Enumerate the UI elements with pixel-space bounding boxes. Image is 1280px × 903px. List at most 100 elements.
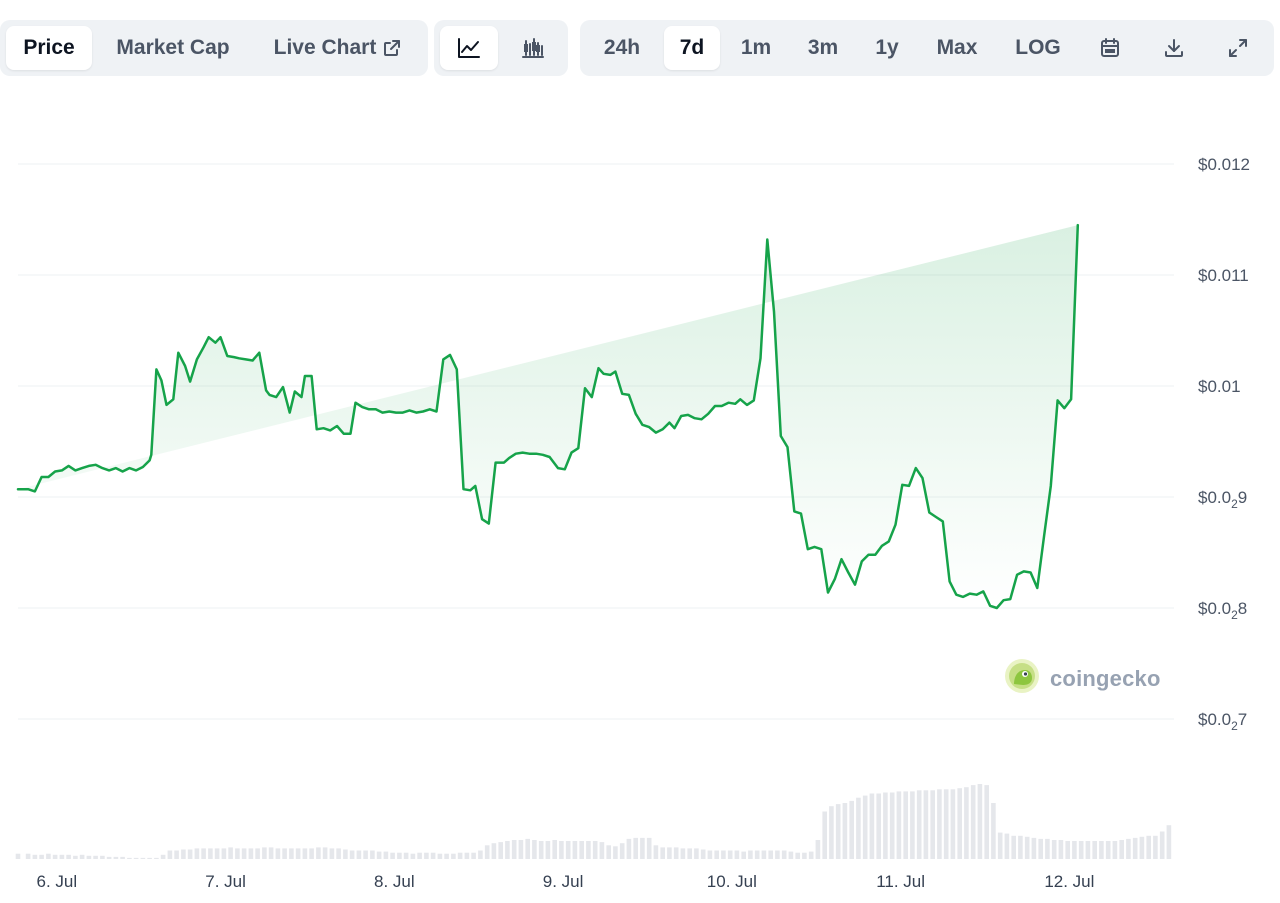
y-tick-label: $0.01	[1198, 377, 1241, 396]
volume-bar	[46, 853, 51, 859]
y-tick-label: $0.029	[1198, 488, 1247, 511]
volume-bar	[856, 797, 861, 859]
volume-bar	[370, 850, 375, 859]
volume-bar	[282, 848, 287, 859]
tab-live-chart[interactable]: Live Chart	[258, 26, 418, 70]
range-1y-button[interactable]: 1y	[860, 26, 914, 70]
volume-bar	[1058, 840, 1064, 859]
volume-bar	[714, 850, 719, 859]
fullscreen-button[interactable]	[1214, 26, 1262, 70]
y-tick-label: $0.011	[1198, 266, 1249, 285]
range-3m-label: 3m	[807, 36, 839, 59]
volume-bar	[403, 852, 409, 859]
volume-bar	[120, 856, 125, 859]
range-1m-button[interactable]: 1m	[728, 26, 784, 70]
volume-bar	[376, 851, 382, 859]
volume-bar	[1099, 841, 1104, 859]
volume-bar	[343, 849, 348, 859]
y-axis-labels: $0.012 $0.011 $0.01 $0.029 $0.028 $0.027	[1198, 155, 1250, 733]
volume-bar	[471, 852, 476, 859]
volume-bar	[25, 853, 31, 859]
volume-bar	[484, 845, 490, 859]
range-24h-label: 24h	[603, 36, 641, 59]
line-chart-button[interactable]	[440, 26, 498, 70]
chart-tab-group: Price Market Cap Live Chart	[0, 20, 428, 76]
volume-bar	[518, 840, 524, 859]
volume-bar	[430, 852, 436, 859]
volume-bar	[525, 838, 530, 859]
volume-bar	[754, 850, 760, 859]
volume-bar	[349, 850, 355, 859]
volume-bar	[613, 846, 618, 859]
external-link-icon	[382, 38, 402, 58]
volume-bar	[883, 792, 888, 859]
volume-bar	[356, 850, 362, 859]
range-1y-label: 1y	[875, 36, 899, 59]
volume-bar	[214, 848, 220, 859]
volume-bar	[336, 848, 341, 859]
volume-bar	[1166, 825, 1172, 859]
volume-bar	[174, 850, 179, 859]
range-24h-button[interactable]: 24h	[590, 26, 654, 70]
price-chart[interactable]: $0.012 $0.011 $0.01 $0.029 $0.028 $0.027 6. J…	[0, 90, 1280, 903]
volume-bar	[1031, 837, 1037, 859]
volume-bar	[15, 853, 21, 859]
volume-bar	[700, 849, 706, 859]
volume-bar	[646, 837, 652, 859]
date-picker-button[interactable]	[1086, 26, 1134, 70]
gecko-logo-icon	[1004, 658, 1040, 699]
volume-bar	[93, 855, 98, 859]
x-axis-labels: 6. Jul 7. Jul 8. Jul 9. Jul 10. Jul 11. Jul 12…	[36, 872, 1094, 891]
volume-bar	[1072, 841, 1077, 859]
candlestick-chart-button[interactable]	[504, 26, 562, 70]
x-tick-label: 11. Jul	[876, 872, 925, 891]
x-tick-label: 12. Jul	[1044, 872, 1094, 891]
range-max-button[interactable]: Max	[922, 26, 992, 70]
volume-bar	[498, 842, 503, 859]
log-scale-button[interactable]: LOG	[1004, 26, 1072, 70]
volume-bar	[255, 848, 260, 859]
volume-bar	[538, 841, 544, 859]
price-area	[18, 225, 1078, 608]
volume-bar	[464, 852, 470, 859]
volume-bar	[505, 841, 510, 859]
volume-bar	[1011, 835, 1016, 859]
volume-bar	[1119, 840, 1124, 859]
volume-bar	[167, 850, 173, 859]
range-1m-label: 1m	[740, 36, 772, 59]
volume-bar	[991, 803, 996, 859]
volume-bar	[579, 841, 584, 859]
y-tick-label: $0.027	[1198, 710, 1247, 733]
volume-bar	[559, 841, 564, 859]
volume-bar	[619, 843, 625, 859]
tab-price[interactable]: Price	[6, 26, 92, 70]
volume-bar	[1051, 840, 1057, 859]
watermark-text: coingecko	[1050, 665, 1161, 691]
range-7d-button[interactable]: 7d	[664, 26, 720, 70]
volume-bar	[201, 848, 206, 859]
download-button[interactable]	[1150, 26, 1198, 70]
volume-bar	[964, 787, 969, 859]
volume-bar	[1146, 835, 1151, 859]
volume-bar	[329, 848, 335, 859]
volume-bar	[1024, 836, 1030, 859]
volume-bar	[1038, 838, 1043, 859]
volume-bar	[1092, 841, 1097, 859]
volume-bar	[106, 856, 112, 859]
volume-bar	[268, 847, 274, 859]
tab-market-cap[interactable]: Market Cap	[100, 26, 246, 70]
volume-bar	[1112, 841, 1118, 859]
x-tick-label: 6. Jul	[36, 872, 77, 891]
volume-bar	[673, 847, 679, 859]
volume-bar	[869, 793, 875, 859]
volume-bar	[457, 852, 463, 859]
volume-bar	[451, 853, 456, 859]
volume-bar	[1105, 841, 1111, 859]
range-3m-button[interactable]: 3m	[794, 26, 852, 70]
volume-bar	[1126, 838, 1131, 859]
volume-bar	[133, 857, 139, 859]
volume-bar	[1004, 833, 1010, 859]
volume-bar	[937, 789, 942, 859]
volume-bar	[957, 788, 962, 859]
volume-bar	[295, 848, 301, 859]
